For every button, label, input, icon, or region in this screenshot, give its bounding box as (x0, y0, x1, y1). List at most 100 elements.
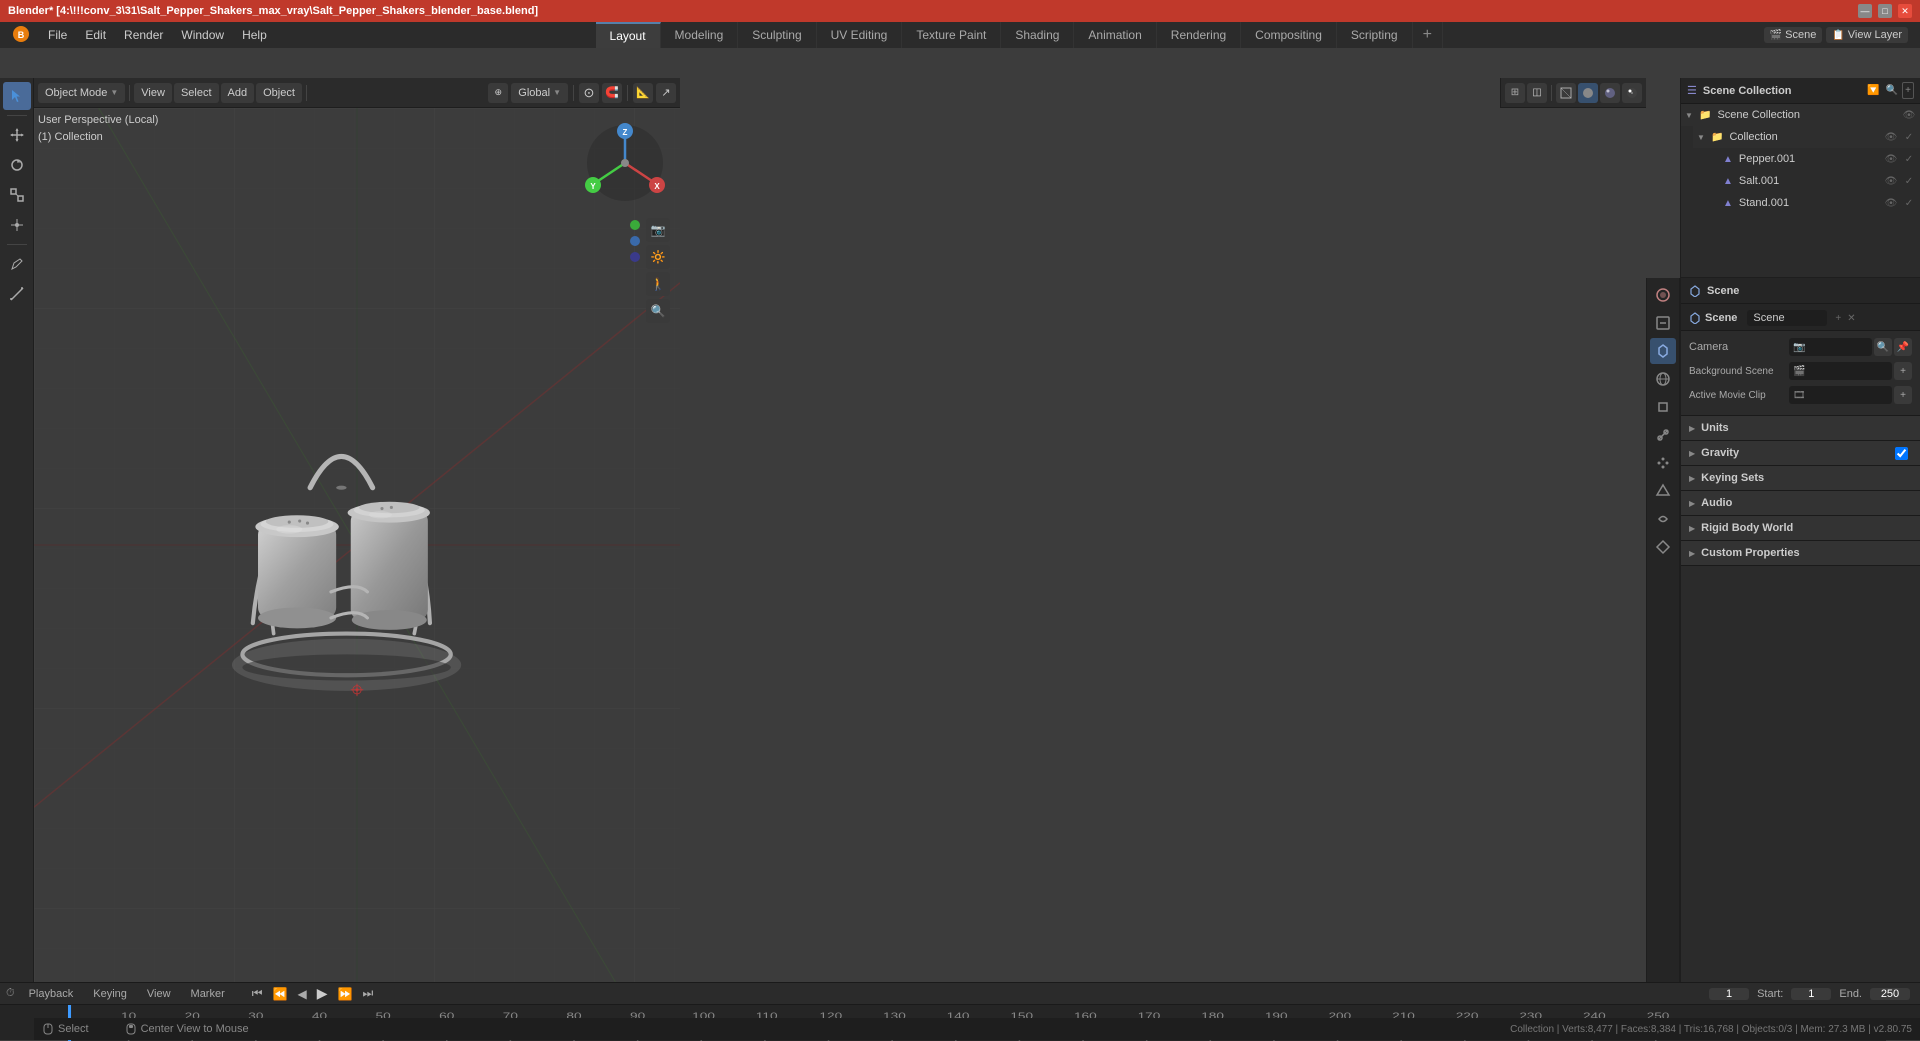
outliner-stand[interactable]: ▲ Stand.001 👁 ✓ (1705, 192, 1920, 214)
pepper-restrict[interactable]: ✓ (1902, 154, 1916, 165)
nav-gizmo[interactable]: Z X Y (580, 118, 670, 208)
constraints-props-btn[interactable] (1650, 506, 1676, 532)
rotate-tool-btn[interactable] (3, 151, 31, 179)
render-preview-btn[interactable]: 🔆 (646, 245, 670, 269)
maximize-button[interactable]: □ (1878, 4, 1892, 18)
render-region-btn[interactable]: 📐 (633, 83, 653, 103)
view-menu-btn[interactable]: View (134, 83, 172, 103)
xray-btn[interactable]: ◫ (1527, 83, 1547, 103)
outliner-pepper[interactable]: ▲ Pepper.001 👁 ✓ (1705, 148, 1920, 170)
object-menu-btn[interactable]: Object (256, 83, 302, 103)
add-menu-btn[interactable]: Add (221, 83, 255, 103)
physics-props-btn[interactable] (1650, 478, 1676, 504)
wireframe-shading-btn[interactable] (1556, 83, 1576, 103)
material-preview-btn[interactable] (1600, 83, 1620, 103)
scene-unlink-btn[interactable]: ✕ (1847, 313, 1855, 324)
gravity-checkbox[interactable] (1895, 447, 1908, 460)
camera-view-btn[interactable]: 📷 (646, 218, 670, 242)
modifier-props-btn[interactable] (1650, 422, 1676, 448)
active-movie-clip-value[interactable]: 🎞 (1789, 386, 1892, 404)
play-btn[interactable]: ▶ (314, 983, 331, 1004)
transform-space-btn[interactable]: Global ▼ (511, 83, 568, 103)
transform-tool-btn[interactable] (3, 211, 31, 239)
pepper-eye[interactable]: 👁 (1884, 154, 1898, 165)
scale-tool-btn[interactable] (3, 181, 31, 209)
proportional-edit-btn[interactable]: ⊙ (579, 83, 599, 103)
outliner-add-btn[interactable]: + (1902, 82, 1914, 99)
close-button[interactable]: ✕ (1898, 4, 1912, 18)
tab-rendering[interactable]: Rendering (1157, 22, 1241, 48)
scene-collection-eye[interactable]: 👁 (1902, 110, 1916, 121)
background-scene-value[interactable]: 🎬 (1789, 362, 1892, 380)
select-tool-btn[interactable] (3, 82, 31, 110)
outliner-salt[interactable]: ▲ Salt.001 👁 ✓ (1705, 170, 1920, 192)
show-gizmo-btn[interactable]: ↗ (656, 83, 676, 103)
snap-btn[interactable]: 🧲 (602, 83, 622, 103)
tab-layout[interactable]: Layout (596, 22, 661, 48)
view-layer-selector[interactable]: 📋 View Layer (1826, 27, 1908, 43)
nav-gizmo-svg[interactable]: Z X Y (580, 118, 670, 208)
salt-eye[interactable]: 👁 (1884, 176, 1898, 187)
world-props-btn[interactable] (1650, 366, 1676, 392)
frame-end-input[interactable] (1870, 988, 1910, 1000)
walk-nav-btn[interactable]: 🚶 (646, 272, 670, 296)
minimize-button[interactable]: — (1858, 4, 1872, 18)
prev-keyframe-btn[interactable]: ⏪ (270, 985, 291, 1003)
global-snap-btn[interactable]: ⊕ (488, 83, 508, 103)
stand-restrict[interactable]: ✓ (1902, 198, 1916, 209)
view-timeline-btn[interactable]: View (141, 986, 177, 1002)
rendered-shading-btn[interactable] (1622, 83, 1642, 103)
viewport-3d[interactable]: User Perspective (Local) (1) Collection … (34, 108, 680, 982)
scene-props-btn[interactable] (1650, 338, 1676, 364)
audio-section-header[interactable]: ▶ Audio (1681, 491, 1920, 515)
tab-scripting[interactable]: Scripting (1337, 22, 1413, 48)
select-menu-btn[interactable]: Select (174, 83, 219, 103)
window-menu[interactable]: Window (173, 25, 232, 45)
tab-add[interactable]: + (1413, 22, 1443, 48)
keying-sets-section-header[interactable]: ▶ Keying Sets (1681, 466, 1920, 490)
solid-shading-btn[interactable] (1578, 83, 1598, 103)
custom-properties-section-header[interactable]: ▶ Custom Properties (1681, 541, 1920, 565)
file-menu[interactable]: File (40, 25, 75, 45)
help-menu[interactable]: Help (234, 25, 275, 45)
blender-logo-menu[interactable]: B (4, 22, 38, 49)
scene-selector[interactable]: 🎬 Scene (1764, 27, 1823, 43)
keying-menu-btn[interactable]: Keying (87, 986, 133, 1002)
outliner-scene-collection[interactable]: ▼ 📁 Scene Collection 👁 (1681, 104, 1920, 126)
outliner-collection[interactable]: ▼ 📁 Collection 👁 ✓ (1693, 126, 1920, 148)
tab-animation[interactable]: Animation (1074, 22, 1156, 48)
render-menu[interactable]: Render (116, 25, 171, 45)
tab-compositing[interactable]: Compositing (1241, 22, 1337, 48)
tab-shading[interactable]: Shading (1001, 22, 1074, 48)
tab-texture-paint[interactable]: Texture Paint (902, 22, 1001, 48)
units-section-header[interactable]: ▶ Units (1681, 416, 1920, 440)
bg-scene-btn[interactable]: + (1894, 362, 1912, 380)
particle-props-btn[interactable] (1650, 450, 1676, 476)
annotate-tool-btn[interactable] (3, 250, 31, 278)
tab-sculpting[interactable]: Sculpting (738, 22, 816, 48)
output-props-btn[interactable] (1650, 310, 1676, 336)
zoom-view-btn[interactable]: 🔍 (646, 299, 670, 323)
object-mode-btn[interactable]: Object Mode ▼ (38, 83, 125, 103)
object-data-props-btn[interactable] (1650, 534, 1676, 560)
outliner-search-btn[interactable]: 🔍 (1884, 83, 1900, 98)
measure-tool-btn[interactable] (3, 280, 31, 308)
collection-restrict[interactable]: ✓ (1902, 132, 1916, 143)
marker-btn[interactable]: Marker (185, 986, 231, 1002)
current-frame-input[interactable]: 1 (1709, 988, 1749, 1000)
playback-menu-btn[interactable]: Playback (23, 986, 80, 1002)
overlay-btn[interactable]: ⊞ (1505, 83, 1525, 103)
next-keyframe-btn[interactable]: ⏩ (335, 985, 356, 1003)
collection-eye[interactable]: 👁 (1884, 132, 1898, 143)
camera-browse-btn[interactable]: 🔍 (1874, 338, 1892, 356)
scene-add-btn[interactable]: + (1835, 313, 1841, 324)
jump-end-btn[interactable]: ⏭ (360, 984, 377, 1003)
edit-menu[interactable]: Edit (77, 25, 114, 45)
jump-start-btn[interactable]: ⏮ (249, 984, 266, 1003)
gravity-section-header[interactable]: ▶ Gravity (1681, 441, 1920, 465)
salt-restrict[interactable]: ✓ (1902, 176, 1916, 187)
camera-value[interactable]: 📷 (1789, 338, 1872, 356)
rigid-body-world-section-header[interactable]: ▶ Rigid Body World (1681, 516, 1920, 540)
tab-uv-editing[interactable]: UV Editing (817, 22, 903, 48)
object-props-btn[interactable] (1650, 394, 1676, 420)
